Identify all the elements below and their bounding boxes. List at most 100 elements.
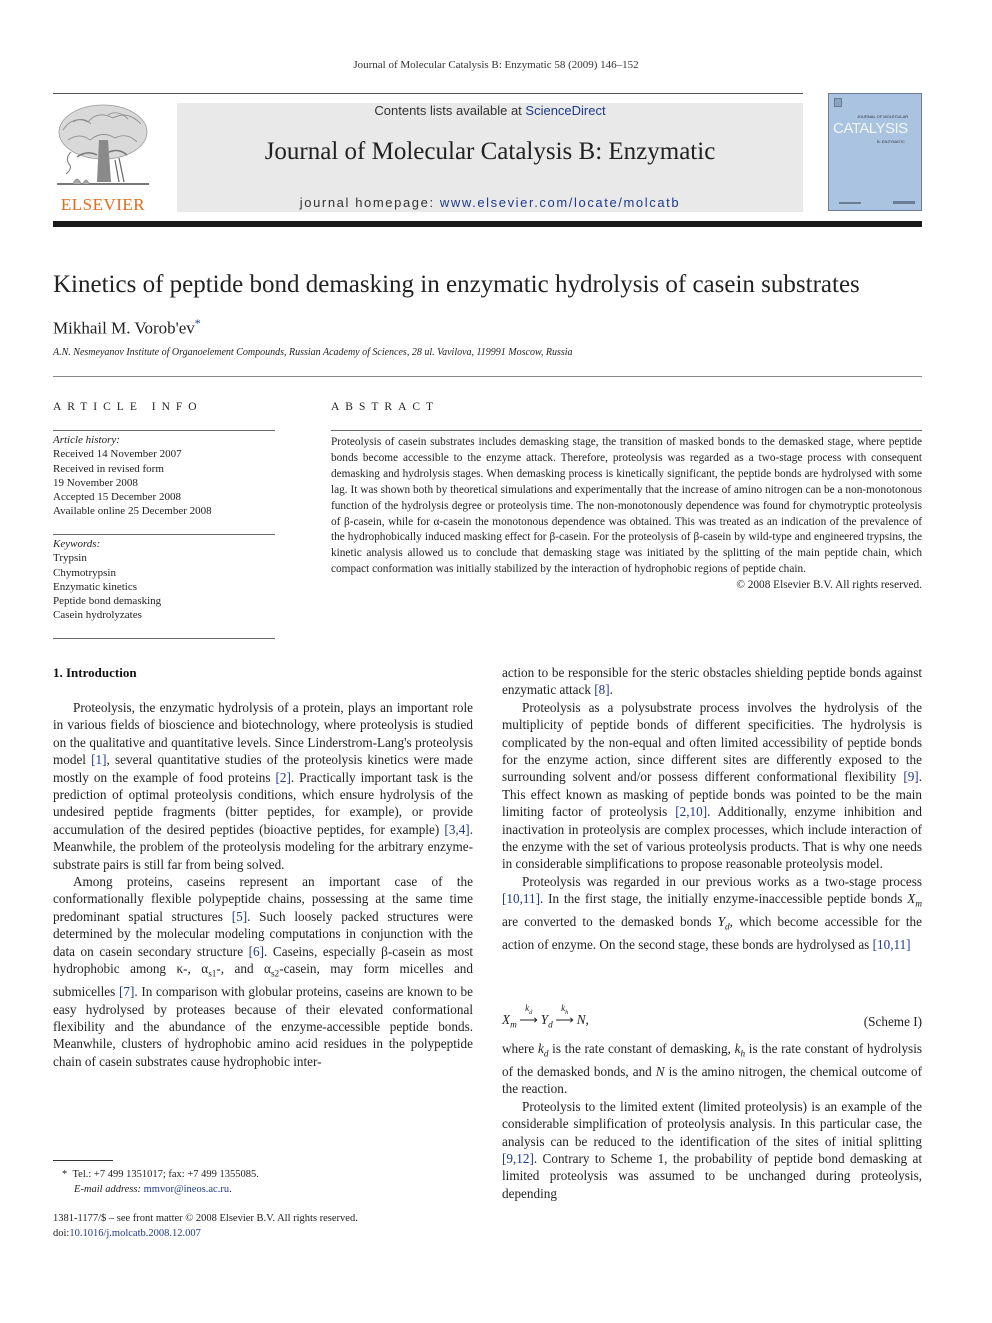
article-info-rule-3 [53, 638, 275, 639]
math-subscript: h [740, 1048, 746, 1059]
doi-link[interactable]: 10.1016/j.molcatb.2008.12.007 [69, 1228, 201, 1239]
author-footnote-mark[interactable]: * [195, 316, 201, 330]
abstract-heading: ABSTRACT [331, 401, 440, 413]
front-matter: 1381-1177/$ – see front matter © 2008 El… [53, 1212, 358, 1241]
citation-link[interactable]: [2,10] [675, 804, 707, 819]
keyword-item: Peptide bond demasking [53, 595, 162, 608]
history-item: Received 14 November 2007 [53, 448, 182, 461]
body-right-column-continued: where kd is the rate constant of demaski… [502, 1040, 922, 1202]
cover-elsevier-mark [834, 98, 842, 107]
author-line: Mikhail M. Vorob'ev* [53, 316, 201, 339]
footnote-email-line: E-mail address: mmvor@ineos.ac.ru. [62, 1183, 259, 1198]
section-heading-introduction: 1. Introduction [53, 665, 137, 680]
scheme-kd: kd [517, 1003, 541, 1016]
running-head: Journal of Molecular Catalysis B: Enzyma… [353, 59, 639, 71]
masthead-top-rule [53, 93, 803, 94]
history-item: Accepted 15 December 2008 [53, 491, 181, 504]
scheme-k1-sub: d [529, 1008, 533, 1016]
scheme-kh: kh [553, 1003, 577, 1016]
journal-homepage: journal homepage: www.elsevier.com/locat… [177, 195, 803, 210]
citation-link[interactable]: [9] [903, 769, 918, 784]
history-item: Available online 25 December 2008 [53, 505, 212, 518]
paragraph: Proteolysis was regarded in our previous… [502, 873, 922, 953]
cover-title: CATALYSIS [833, 120, 908, 137]
abstract-body: Proteolysis of casein substrates include… [331, 436, 922, 576]
doi-label: doi: [53, 1227, 70, 1239]
tree-icon [57, 104, 149, 185]
keyword-item: Casein hydrolyzates [53, 609, 142, 622]
article-history-label: Article history: [53, 434, 120, 446]
footnote-mark: * [62, 1169, 68, 1180]
homepage-prefix: journal homepage: [299, 195, 440, 210]
footnote-contact-line: * Tel.: +7 499 1351017; fax: +7 499 1355… [62, 1168, 259, 1183]
abstract-copyright: © 2008 Elsevier B.V. All rights reserved… [736, 579, 922, 592]
email-link[interactable]: mmvor@ineos.ac.ru [144, 1184, 229, 1195]
scheme-n: N [576, 1012, 586, 1027]
citation-link[interactable]: [1] [91, 752, 106, 767]
paragraph: Among proteins, caseins represent an imp… [53, 874, 473, 1069]
history-item: 19 November 2008 [53, 476, 138, 489]
keywords: Keywords: Trypsin Chymotrypsin Enzymatic… [53, 537, 275, 623]
math-subscript: m [915, 898, 922, 909]
paragraph: action to be responsible for the steric … [502, 665, 922, 698]
author-footnote: * Tel.: +7 499 1351017; fax: +7 499 1355… [62, 1168, 259, 1197]
paragraph: Proteolysis as a polysubstrate process i… [502, 699, 922, 872]
footnote-rule [53, 1160, 113, 1161]
scheme-x-sub: m [510, 1019, 517, 1030]
email-suffix: . [229, 1183, 232, 1195]
citation-link[interactable]: [9,12] [502, 1151, 534, 1166]
scheme-label: (Scheme I) [863, 1014, 922, 1029]
issn-line: 1381-1177/$ – see front matter © 2008 El… [53, 1213, 358, 1224]
citation-link[interactable]: [6] [249, 944, 264, 959]
paragraph: Proteolysis, the enzymatic hydrolysis of… [53, 700, 473, 872]
journal-name: Journal of Molecular Catalysis B: Enzyma… [264, 138, 716, 165]
article-info-heading: ARTICLE INFO [53, 401, 203, 413]
masthead-bottom-rule [53, 221, 922, 227]
elsevier-wordmark: ELSEVIER [60, 195, 146, 214]
cover-footer-left [839, 202, 861, 204]
scheme-expression: Xm kd ⟶ Yd kh ⟶ N, [502, 1003, 589, 1030]
article-history: Article history: Received 14 November 20… [53, 433, 275, 519]
scheme-k2-sub: h [565, 1008, 569, 1016]
math-subscript: d [725, 921, 730, 932]
contents-prefix: Contents lists available at [374, 103, 526, 118]
scheme-y: Y [540, 1012, 549, 1027]
article-title: Kinetics of peptide bond demasking in en… [53, 271, 860, 298]
math-symbol: N [655, 1064, 665, 1080]
citation-link[interactable]: [10,11] [873, 937, 911, 952]
cover-subtitle: B: ENZYMATIC [877, 139, 905, 144]
body-right-column: action to be responsible for the steric … [502, 664, 922, 954]
author-affiliation: A.N. Nesmeyanov Institute of Organoeleme… [53, 347, 573, 358]
arrow-icon: kd ⟶ [517, 1003, 541, 1028]
citation-link[interactable]: [8] [594, 682, 609, 697]
scheme-x: X [502, 1012, 511, 1027]
body-left-column: Proteolysis, the enzymatic hydrolysis of… [53, 699, 473, 1070]
subscript: s1 [208, 968, 217, 979]
keywords-label: Keywords: [53, 538, 101, 550]
sciencedirect-link[interactable]: ScienceDirect [525, 103, 605, 118]
math-subscript: d [543, 1048, 549, 1059]
subscript: s2 [270, 968, 280, 979]
article-info-rule-2 [53, 534, 275, 535]
paragraph: where kd is the rate constant of demaski… [502, 1041, 922, 1097]
cover-footer-right [893, 201, 915, 204]
citation-link[interactable]: [7] [119, 984, 134, 999]
email-label: E-mail address: [74, 1183, 144, 1195]
paragraph: Proteolysis to the limited extent (limit… [502, 1098, 922, 1201]
cover-supertitle: JOURNAL OF MOLECULAR [857, 114, 909, 119]
journal-cover-thumbnail[interactable]: JOURNAL OF MOLECULAR CATALYSIS B: ENZYMA… [828, 93, 922, 211]
article-info-rule-1 [53, 430, 275, 431]
citation-link[interactable]: [2] [276, 770, 291, 785]
citation-link[interactable]: [5] [232, 909, 247, 924]
footnote-contact: Tel.: +7 499 1351017; fax: +7 499 135508… [72, 1169, 259, 1180]
history-item: Received in revised form [53, 462, 164, 475]
keyword-item: Enzymatic kinetics [53, 580, 137, 593]
keyword-item: Chymotrypsin [53, 566, 116, 579]
title-bottom-rule [53, 376, 922, 377]
citation-link[interactable]: [3,4] [444, 822, 469, 837]
author-name: Mikhail M. Vorob'ev [53, 318, 195, 338]
homepage-link[interactable]: www.elsevier.com/locate/molcatb [440, 195, 680, 210]
contents-line: Contents lists available at ScienceDirec… [177, 103, 803, 119]
elsevier-logo[interactable]: ELSEVIER [53, 100, 153, 215]
citation-link[interactable]: [10,11] [502, 891, 540, 906]
